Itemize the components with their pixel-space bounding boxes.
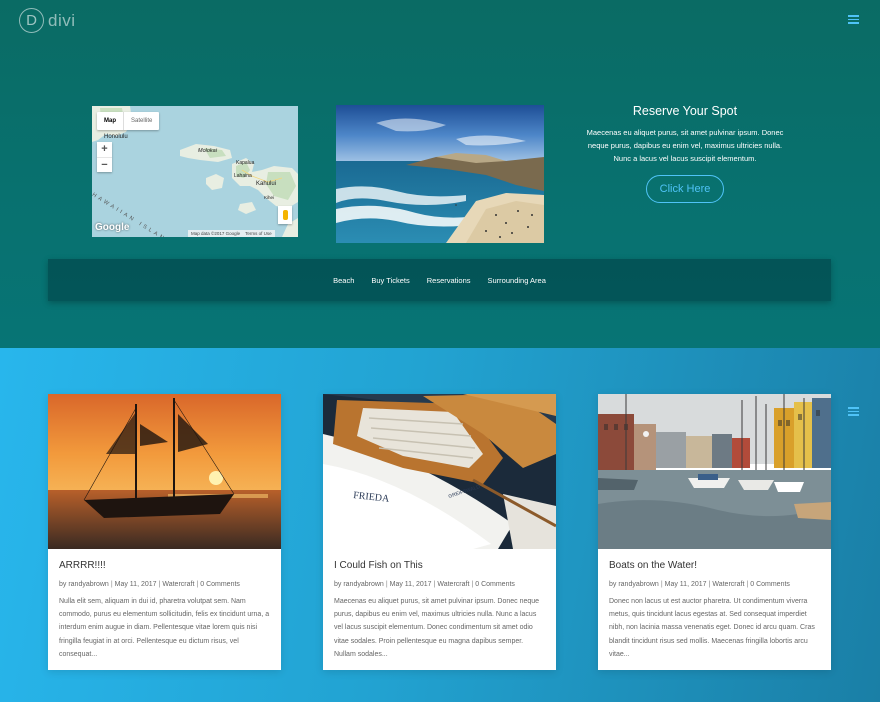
- post-meta: by randyabrown | May 11, 2017 | Watercraft | 0…: [609, 581, 790, 588]
- nav-item-reservations[interactable]: Reservations: [427, 276, 471, 285]
- post-comments[interactable]: 0 Comments: [475, 581, 515, 588]
- blog-card: ARRRR!!!! by randyabrown | May 11, 2017 | Wa…: [48, 394, 281, 670]
- side-menu-icon[interactable]: [848, 407, 859, 416]
- map-label-kihei: Kihei: [264, 195, 275, 200]
- street-view-pegman-icon[interactable]: [278, 206, 292, 224]
- google-map[interactable]: Map Satellite + − Honolulu Molokai Kapal…: [92, 106, 298, 237]
- secondary-navigation: Beach Buy Tickets Reservations Surroundi…: [48, 259, 831, 301]
- post-date: May 11, 2017: [664, 581, 707, 588]
- logo-text: divi: [48, 10, 76, 30]
- hero-section: D divi Map Satellite + − Honolulu Moloka…: [0, 0, 880, 348]
- post-category[interactable]: Watercraft: [437, 581, 469, 588]
- map-label-honolulu: Honolulu: [104, 134, 128, 140]
- post-comments[interactable]: 0 Comments: [750, 581, 790, 588]
- reserve-title: Reserve Your Spot: [632, 104, 738, 118]
- beach-photo: [336, 105, 544, 243]
- post-title[interactable]: ARRRR!!!!: [59, 560, 270, 571]
- map-label-lahaina: Lahaina: [234, 173, 252, 179]
- blog-card: Boats on the Water! by randyabrown | May 1…: [598, 394, 831, 670]
- post-title[interactable]: I Could Fish on This: [334, 560, 545, 571]
- sailboat-deck-image[interactable]: FRIEDA GREIFSWALD: [323, 394, 556, 549]
- nav-item-beach[interactable]: Beach: [333, 276, 354, 285]
- post-meta: by randyabrown | May 11, 2017 | Watercraft | 0…: [334, 581, 515, 588]
- blog-card: FRIEDA GREIFSWALD I Could Fish on This b…: [323, 394, 556, 670]
- zoom-control: + −: [97, 142, 112, 172]
- click-here-button[interactable]: Click Here: [646, 175, 724, 203]
- zoom-in-button[interactable]: +: [97, 142, 112, 157]
- map-type-control: Map Satellite: [97, 112, 160, 130]
- map-footer: Map data ©2017 Google Terms of Use: [188, 230, 275, 237]
- post-excerpt: Donec non lacus ut est auctor pharetra. …: [609, 598, 815, 658]
- post-author[interactable]: by randyabrown: [609, 581, 659, 588]
- post-excerpt: Maecenas eu aliquet purus, sit amet pulv…: [334, 598, 540, 658]
- nav-item-buy-tickets[interactable]: Buy Tickets: [371, 276, 409, 285]
- logo-mark: D: [19, 8, 44, 33]
- post-date: May 11, 2017: [114, 581, 157, 588]
- post-author[interactable]: by randyabrown: [59, 581, 109, 588]
- post-meta: by randyabrown | May 11, 2017 | Watercraft | 0…: [59, 581, 240, 588]
- post-author[interactable]: by randyabrown: [334, 581, 384, 588]
- sailboat-sunset-image[interactable]: [48, 394, 281, 549]
- map-type-map-button[interactable]: Map: [97, 112, 123, 130]
- zoom-out-button[interactable]: −: [97, 157, 112, 172]
- post-comments[interactable]: 0 Comments: [200, 581, 240, 588]
- reserve-section: Reserve Your Spot Maecenas eu aliquet pu…: [580, 104, 790, 165]
- map-label-kahului: Kahului: [256, 181, 277, 187]
- map-label-kapalua: Kapalua: [236, 160, 255, 166]
- post-date: May 11, 2017: [389, 581, 432, 588]
- reserve-description: Maecenas eu aliquet purus, sit amet pulv…: [586, 128, 784, 163]
- site-logo[interactable]: D divi: [19, 8, 76, 33]
- post-category[interactable]: Watercraft: [712, 581, 744, 588]
- harbor-boats-image[interactable]: [598, 394, 831, 549]
- hamburger-menu-icon[interactable]: [848, 15, 859, 24]
- map-label-molokai: Molokai: [198, 148, 217, 154]
- nav-item-surrounding-area[interactable]: Surrounding Area: [488, 276, 546, 285]
- google-logo: Google: [95, 222, 130, 233]
- post-excerpt: Nulla elit sem, aliquam in dui id, phare…: [59, 598, 270, 658]
- map-terms-link[interactable]: Terms of Use: [245, 230, 272, 237]
- map-type-satellite-button[interactable]: Satellite: [123, 112, 159, 130]
- post-title[interactable]: Boats on the Water!: [609, 560, 820, 571]
- post-category[interactable]: Watercraft: [162, 581, 194, 588]
- map-data-credit: Map data ©2017 Google: [191, 231, 241, 236]
